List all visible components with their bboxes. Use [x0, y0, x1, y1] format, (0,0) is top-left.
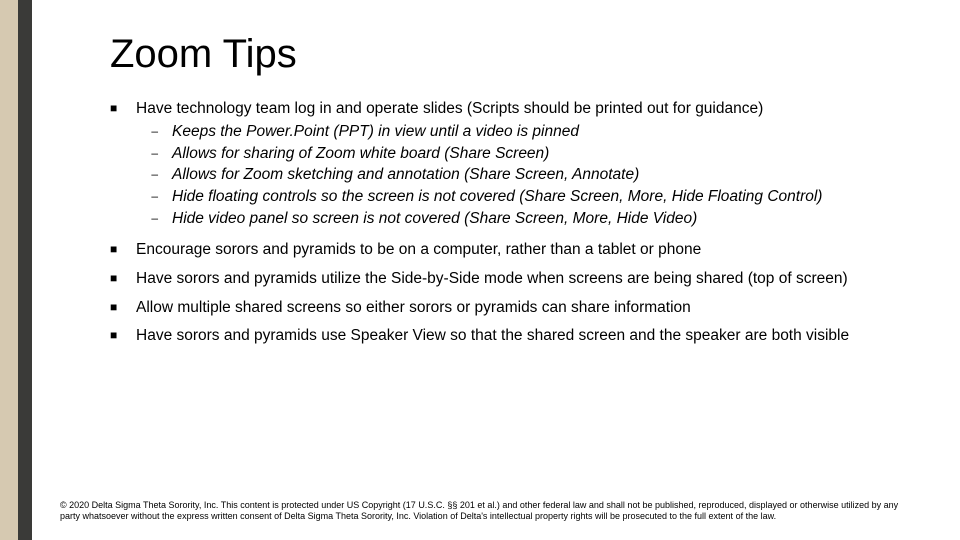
square-bullet-icon: ■ — [110, 298, 124, 315]
content-area: Zoom Tips ■ Have technology team log in … — [110, 32, 920, 355]
bullet-item: ■ Have sorors and pyramids utilize the S… — [110, 269, 920, 289]
side-accent-inner — [18, 0, 32, 540]
square-bullet-icon: ■ — [110, 240, 124, 257]
sub-bullet-text: Hide floating controls so the screen is … — [158, 187, 920, 207]
dash-bullet-icon: – — [136, 144, 158, 161]
square-bullet-icon: ■ — [110, 269, 124, 286]
bullet-item: ■ Encourage sorors and pyramids to be on… — [110, 240, 920, 260]
dash-bullet-icon: – — [136, 209, 158, 226]
sub-bullet-item: – Hide video panel so screen is not cove… — [136, 209, 920, 229]
sub-bullet-list: – Keeps the Power.Point (PPT) in view un… — [136, 122, 920, 229]
square-bullet-icon: ■ — [110, 99, 124, 116]
bullet-item: ■ Have sorors and pyramids use Speaker V… — [110, 326, 920, 346]
dash-bullet-icon: – — [136, 165, 158, 182]
bullet-text: Encourage sorors and pyramids to be on a… — [124, 240, 920, 260]
bullet-list: ■ Have technology team log in and operat… — [110, 99, 920, 346]
dash-bullet-icon: – — [136, 187, 158, 204]
bullet-text: Have sorors and pyramids utilize the Sid… — [124, 269, 920, 289]
sub-bullet-item: – Keeps the Power.Point (PPT) in view un… — [136, 122, 920, 142]
dash-bullet-icon: – — [136, 122, 158, 139]
square-bullet-icon: ■ — [110, 326, 124, 343]
slide: Zoom Tips ■ Have technology team log in … — [0, 0, 960, 540]
slide-title: Zoom Tips — [110, 32, 920, 77]
sub-bullet-text: Allows for sharing of Zoom white board (… — [158, 144, 920, 164]
bullet-text: Have sorors and pyramids use Speaker Vie… — [124, 326, 920, 346]
sub-bullet-text: Allows for Zoom sketching and annotation… — [158, 165, 920, 185]
side-accent-outer — [0, 0, 18, 540]
bullet-text: Have technology team log in and operate … — [136, 100, 763, 117]
bullet-text: Allow multiple shared screens so either … — [124, 298, 920, 318]
copyright-footer: © 2020 Delta Sigma Theta Sorority, Inc. … — [60, 500, 920, 523]
sub-bullet-text: Keeps the Power.Point (PPT) in view unti… — [158, 122, 920, 142]
bullet-item: ■ Allow multiple shared screens so eithe… — [110, 298, 920, 318]
bullet-item: ■ Have technology team log in and operat… — [110, 99, 920, 231]
sub-bullet-text: Hide video panel so screen is not covere… — [158, 209, 920, 229]
sub-bullet-item: – Allows for Zoom sketching and annotati… — [136, 165, 920, 185]
bullet-text-wrap: Have technology team log in and operate … — [124, 99, 920, 231]
sub-bullet-item: – Allows for sharing of Zoom white board… — [136, 144, 920, 164]
sub-bullet-item: – Hide floating controls so the screen i… — [136, 187, 920, 207]
